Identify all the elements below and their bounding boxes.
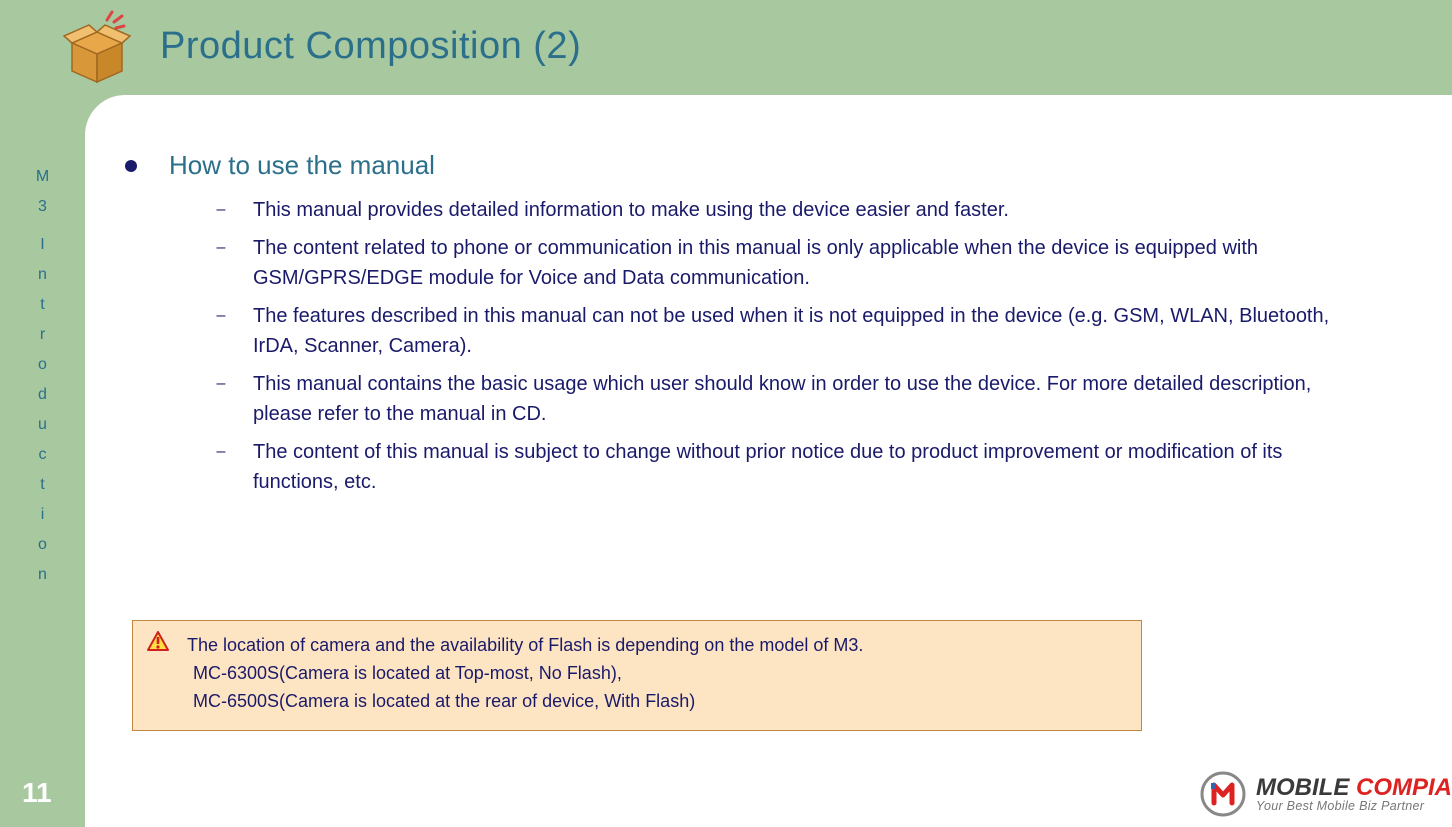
dash-icon: –: [215, 233, 227, 293]
list-item: –This manual provides detailed informati…: [215, 195, 1412, 225]
note-line-1: The location of camera and the availabil…: [187, 632, 863, 660]
list-item: –This manual contains the basic usage wh…: [215, 369, 1412, 429]
list-item-text: This manual contains the basic usage whi…: [253, 369, 1412, 429]
dash-icon: –: [215, 301, 227, 361]
main-content: How to use the manual –This manual provi…: [125, 150, 1412, 505]
list-item: –The features described in this manual c…: [215, 301, 1412, 361]
sub-bullet-list: –This manual provides detailed informati…: [215, 195, 1412, 497]
logo-word-mobile: MOBILE: [1256, 774, 1349, 801]
bullet-dot-icon: [125, 160, 137, 172]
list-item-text: This manual provides detailed informatio…: [253, 195, 1412, 225]
list-item: –The content related to phone or communi…: [215, 233, 1412, 293]
side-section-label: M3 Introduction: [28, 162, 58, 590]
box-icon: [62, 8, 132, 88]
slide-page: Product Composition (2) M3 Introduction …: [0, 0, 1452, 827]
note-line-2: MC-6300S(Camera is located at Top-most, …: [193, 660, 1127, 688]
dash-icon: –: [215, 369, 227, 429]
dash-icon: –: [215, 437, 227, 497]
section-heading: How to use the manual: [169, 150, 435, 181]
list-item-text: The content of this manual is subject to…: [253, 437, 1412, 497]
note-line-3: MC-6500S(Camera is located at the rear o…: [193, 688, 1127, 716]
logo-mark-icon: [1200, 771, 1246, 817]
bullet-heading-row: How to use the manual: [125, 150, 1412, 181]
footer-logo: MOBILE COMPIA Your Best Mobile Biz Partn…: [1200, 771, 1452, 817]
warning-icon: [147, 631, 169, 660]
list-item-text: The content related to phone or communic…: [253, 233, 1412, 293]
logo-word-compia: COMPIA: [1356, 774, 1452, 801]
list-item: –The content of this manual is subject t…: [215, 437, 1412, 497]
page-title: Product Composition (2): [160, 25, 581, 68]
warning-note-box: The location of camera and the availabil…: [132, 620, 1142, 731]
dash-icon: –: [215, 195, 227, 225]
logo-tagline: Your Best Mobile Biz Partner: [1256, 800, 1452, 813]
page-number: 11: [22, 777, 52, 809]
logo-text: MOBILE COMPIA: [1256, 775, 1452, 800]
list-item-text: The features described in this manual ca…: [253, 301, 1412, 361]
